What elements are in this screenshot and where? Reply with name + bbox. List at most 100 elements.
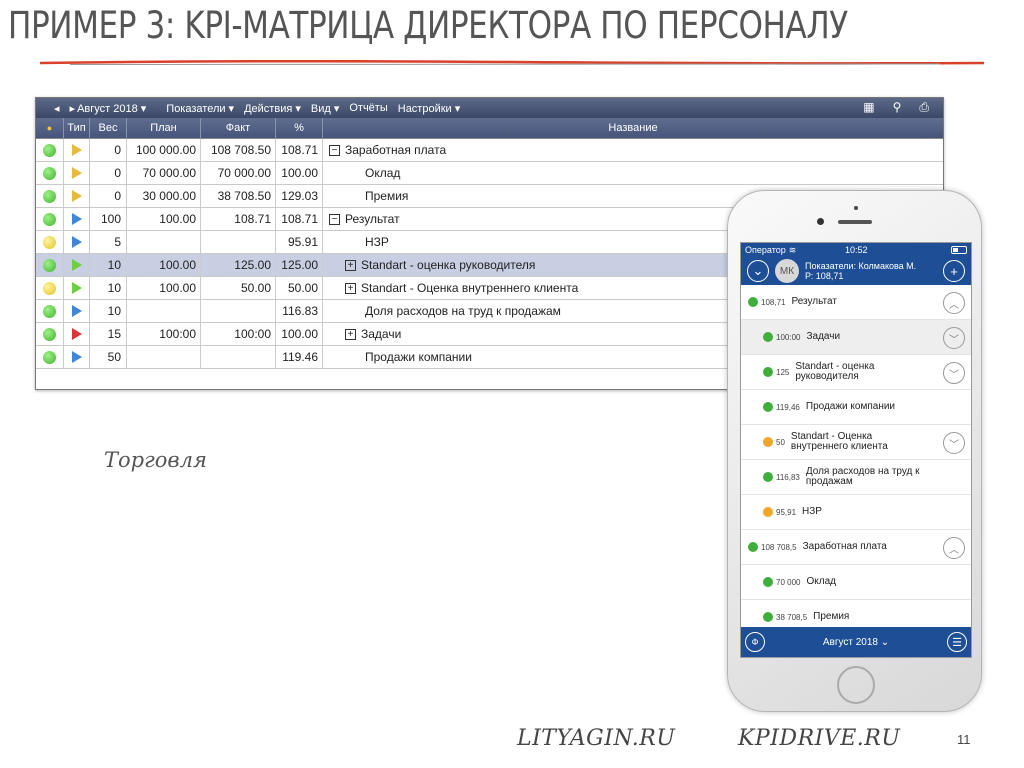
filter-button[interactable]: Ф <box>745 632 765 652</box>
fact-cell[interactable]: 100:00 <box>201 323 276 345</box>
name-cell[interactable]: Оклад <box>323 162 943 184</box>
chevron-up-icon[interactable]: ︿ <box>943 292 965 314</box>
percent-cell: 116.83 <box>276 300 323 322</box>
menu-reports[interactable]: Отчёты <box>349 102 387 114</box>
kpi-name: Доля расходов на труд к продажам <box>365 304 561 318</box>
plan-cell[interactable] <box>127 231 201 253</box>
table-row[interactable]: 0 100 000.00 108 708.50 108.71− Заработная п… <box>36 139 943 162</box>
plan-cell[interactable] <box>127 300 201 322</box>
item-label: Standart - Оценка внутреннего клиента <box>790 431 888 452</box>
fact-cell[interactable]: 50.00 <box>201 277 276 299</box>
weight-cell: 15 <box>90 323 127 345</box>
item-label: Результат <box>791 296 837 307</box>
menu-view[interactable]: Вид ▾ <box>311 102 339 115</box>
fact-cell[interactable] <box>201 300 276 322</box>
fact-cell[interactable]: 70 000.00 <box>201 162 276 184</box>
status-column-header[interactable]: ● <box>36 118 64 138</box>
chevron-down-icon[interactable]: ﹀ <box>943 327 965 349</box>
weight-column-header[interactable]: Вес <box>90 118 127 138</box>
fact-cell[interactable]: 38 708.50 <box>201 185 276 207</box>
type-column-header[interactable]: Тип <box>64 118 90 138</box>
status-dot-icon <box>43 143 56 157</box>
slide-title: ПРИМЕР 3: KPI-МАТРИЦА ДИРЕКТОРА ПО ПЕРСО… <box>8 4 848 47</box>
type-cell <box>64 254 90 276</box>
list-item[interactable]: 119,46 Продажи компании <box>741 390 971 425</box>
header-info: Показатели: Колмакова М. Р: 108,71 <box>805 261 943 281</box>
plan-cell[interactable]: 100:00 <box>127 323 201 345</box>
percent-cell: 108.71 <box>276 208 323 230</box>
list-item[interactable]: 125 Standart - оценка руководителя ﹀ <box>741 355 971 390</box>
print-icon[interactable]: ⎙ <box>919 100 929 115</box>
type-cell <box>64 162 90 184</box>
kpi-name: Заработная плата <box>345 143 447 157</box>
chevron-up-icon[interactable]: ︿ <box>943 537 965 559</box>
plan-cell[interactable]: 100.00 <box>127 254 201 276</box>
fact-cell[interactable]: 125.00 <box>201 254 276 276</box>
status-dot-icon <box>763 437 773 447</box>
plan-column-header[interactable]: План <box>127 118 201 138</box>
collapse-chevron-icon[interactable]: ⌄ <box>747 260 769 282</box>
name-column-header[interactable]: Название <box>323 118 943 138</box>
item-value: 108,71 <box>761 297 786 307</box>
fact-cell[interactable]: 108.71 <box>201 208 276 230</box>
avatar[interactable]: МК <box>775 259 799 283</box>
expand-icon[interactable]: + <box>345 259 356 271</box>
list-item[interactable]: 50 Standart - Оценка внутреннего клиента ﹀ <box>741 425 971 460</box>
status-dot-icon <box>763 577 773 587</box>
list-item[interactable]: 95,91 НЗР <box>741 495 971 530</box>
phone-mockup: Оператор ≋ 10:52 ⌄ МК Показатели: Колмак… <box>727 190 982 712</box>
menu-settings[interactable]: Настройки ▾ <box>398 102 461 115</box>
kpi-name: Продажи компании <box>365 350 472 364</box>
proximity-sensor <box>854 206 858 210</box>
table-icon[interactable]: ▦ <box>863 100 874 115</box>
list-item[interactable]: 100:00 Задачи ﹀ <box>741 320 971 355</box>
item-label: НЗР <box>802 506 822 517</box>
list-item[interactable]: 116,83 Доля расходов на труд к продажам <box>741 460 971 495</box>
name-cell[interactable]: − Заработная плата <box>323 139 943 161</box>
status-dot-icon <box>748 542 758 552</box>
percent-cell: 129.03 <box>276 185 323 207</box>
list-item[interactable]: 108,71 Результат ︿ <box>741 285 971 320</box>
plan-cell[interactable]: 30 000.00 <box>127 185 201 207</box>
search-icon[interactable]: ⚲ <box>893 100 902 115</box>
chevron-down-icon[interactable]: ﹀ <box>943 362 965 384</box>
percent-column-header[interactable]: % <box>276 118 323 138</box>
plan-cell[interactable]: 100.00 <box>127 208 201 230</box>
month-selector[interactable]: Август 2018 ▾ <box>77 102 146 115</box>
status-cell <box>36 254 64 276</box>
plan-cell[interactable] <box>127 346 201 368</box>
menu-icon[interactable]: ☰ <box>947 632 967 652</box>
list-item[interactable]: 70 000 Оклад <box>741 565 971 600</box>
plan-cell[interactable]: 100 000.00 <box>127 139 201 161</box>
list-item[interactable]: 108 708,5 Заработная плата ︿ <box>741 530 971 565</box>
status-dot-icon <box>763 507 773 517</box>
battery-icon <box>951 246 967 254</box>
status-bar: Оператор ≋ 10:52 <box>741 243 971 257</box>
add-icon[interactable]: + <box>943 260 965 282</box>
expand-icon[interactable]: + <box>345 282 356 294</box>
fact-cell[interactable] <box>201 231 276 253</box>
chevron-down-icon[interactable]: ﹀ <box>943 432 965 454</box>
month-picker[interactable]: Август 2018 ⌄ <box>823 637 889 648</box>
plan-cell[interactable]: 100.00 <box>127 277 201 299</box>
fact-cell[interactable]: 108 708.50 <box>201 139 276 161</box>
footer-site-2[interactable]: KPIDRIVE.RU <box>738 726 900 751</box>
collapse-icon[interactable]: − <box>329 144 340 156</box>
plan-cell[interactable]: 70 000.00 <box>127 162 201 184</box>
collapse-icon[interactable]: − <box>329 213 340 225</box>
fact-column-header[interactable]: Факт <box>201 118 276 138</box>
status-cell <box>36 208 64 230</box>
prev-month-icon[interactable]: ◂ <box>54 102 60 115</box>
menu-actions[interactable]: Действия ▾ <box>244 102 301 115</box>
menu-indicators[interactable]: Показатели ▾ <box>166 102 234 115</box>
home-button[interactable] <box>837 666 875 704</box>
type-cell <box>64 139 90 161</box>
expand-icon[interactable]: + <box>345 328 356 340</box>
fact-cell[interactable] <box>201 346 276 368</box>
footer-site-1[interactable]: LITYAGIN.RU <box>517 726 675 751</box>
weight-cell: 5 <box>90 231 127 253</box>
table-row[interactable]: 0 70 000.00 70 000.00 100.00 Оклад <box>36 162 943 185</box>
title-underline <box>40 60 984 65</box>
next-month-icon[interactable]: ▸ Август 2018 ▾ <box>70 102 157 115</box>
wifi-icon: ≋ <box>788 244 797 255</box>
